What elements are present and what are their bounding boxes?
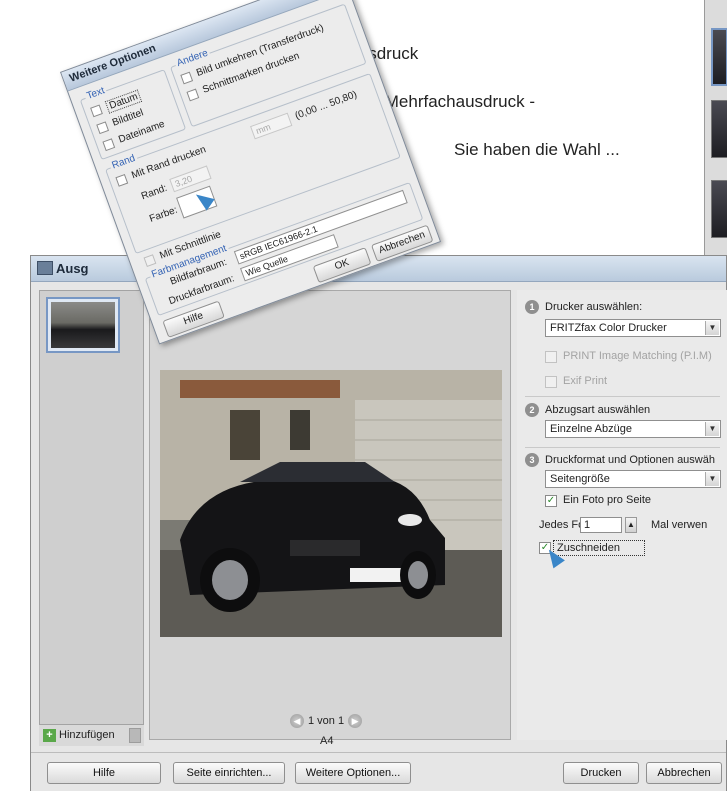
next-page-icon[interactable]: ▶ (348, 714, 363, 728)
border-label: Rand: (139, 182, 169, 203)
cancel-button[interactable]: Abbrechen (646, 762, 722, 784)
step-3-badge: 3 (525, 453, 539, 467)
add-bar: + Hinzufügen (39, 724, 144, 746)
step-2-badge: 2 (525, 403, 539, 417)
pager: ◀ 1 von 1 ▶ (290, 714, 363, 730)
copies-input[interactable]: 1 (580, 517, 622, 533)
crop-marks-checkbox[interactable] (186, 88, 200, 102)
thumbnail-panel (39, 290, 144, 740)
headline-line-3: Sie haben die Wahl ... (454, 140, 620, 159)
previous-page-icon[interactable]: ◀ (290, 714, 304, 728)
exif-checkbox (545, 376, 557, 388)
add-label[interactable]: Hinzufügen (59, 729, 115, 741)
settings-panel: 1 Drucker auswählen: FRITZfax Color Druc… (517, 290, 727, 740)
unit-select[interactable]: mm (250, 112, 293, 140)
page-indicator: 1 von 1 (308, 715, 345, 727)
printer-select[interactable]: FRITZfax Color Drucker ▼ (545, 319, 721, 337)
crop-label[interactable]: Zuschneiden (557, 542, 620, 554)
chevron-down-icon[interactable]: ▼ (705, 321, 719, 335)
times-used-label: Mal verwen (651, 519, 708, 531)
pim-checkbox (545, 351, 557, 363)
selected-thumbnail[interactable] (46, 297, 120, 353)
step-3-label: Druckformat und Optionen auswäh (545, 454, 715, 466)
flip-checkbox[interactable] (180, 71, 194, 85)
format-select[interactable]: Seitengröße ▼ (545, 470, 721, 488)
exif-label: Exif Print (563, 375, 608, 387)
print-type-value: Einzelne Abzüge (550, 423, 632, 435)
divider (525, 396, 720, 397)
print-preview: ◀ 1 von 1 ▶ A4 (149, 290, 511, 747)
step-1-badge: 1 (525, 300, 539, 314)
thumbnail[interactable] (711, 180, 727, 238)
trash-icon[interactable] (129, 728, 141, 743)
filename-checkbox[interactable] (102, 138, 116, 152)
printer-value: FRITZfax Color Drucker (550, 322, 667, 334)
date-checkbox[interactable] (90, 104, 103, 118)
text-group-title: Text (83, 84, 109, 103)
page-setup-button[interactable]: Seite einrichten... (173, 762, 285, 784)
car-thumbnail-image (51, 302, 115, 348)
thumbnail[interactable] (711, 28, 727, 86)
print-type-select[interactable]: Einzelne Abzüge ▼ (545, 420, 721, 438)
format-value: Seitengröße (550, 473, 610, 485)
step-2-label: Abzugsart auswählen (545, 404, 651, 416)
with-border-checkbox[interactable] (115, 173, 129, 187)
thumbnail[interactable] (711, 100, 727, 158)
dialog-title: Ausg (56, 261, 89, 276)
printer-icon (37, 261, 53, 275)
chevron-down-icon[interactable]: ▼ (705, 422, 719, 436)
stepper-icon[interactable]: ▲ (625, 517, 637, 533)
paper-size: A4 (320, 735, 334, 747)
one-photo-label: Ein Foto pro Seite (563, 494, 652, 506)
image-title-checkbox[interactable] (96, 121, 110, 135)
add-icon[interactable]: + (43, 729, 56, 742)
help-button[interactable]: Hilfe (47, 762, 161, 784)
car-photo-illustration (160, 370, 502, 637)
preview-photo (160, 370, 502, 637)
range-text: (0,00 ... 50,80) (293, 89, 359, 122)
one-photo-checkbox[interactable]: ✓ (545, 495, 557, 507)
cut-line-checkbox (143, 254, 157, 268)
chevron-down-icon[interactable]: ▼ (705, 472, 719, 486)
color-label: Farbe: (148, 204, 179, 225)
pim-label: PRINT Image Matching (P.I.M) (563, 350, 712, 362)
step-1-label: Drucker auswählen: (545, 301, 643, 313)
button-bar: Hilfe Seite einrichten... Weitere Option… (31, 752, 726, 791)
more-options-button[interactable]: Weitere Optionen... (295, 762, 411, 784)
divider (525, 447, 720, 448)
print-button[interactable]: Drucken (563, 762, 639, 784)
print-dialog: Ausg + Hinzufügen ◀ 1 von 1 ▶ A4 1 Druck… (30, 255, 727, 791)
